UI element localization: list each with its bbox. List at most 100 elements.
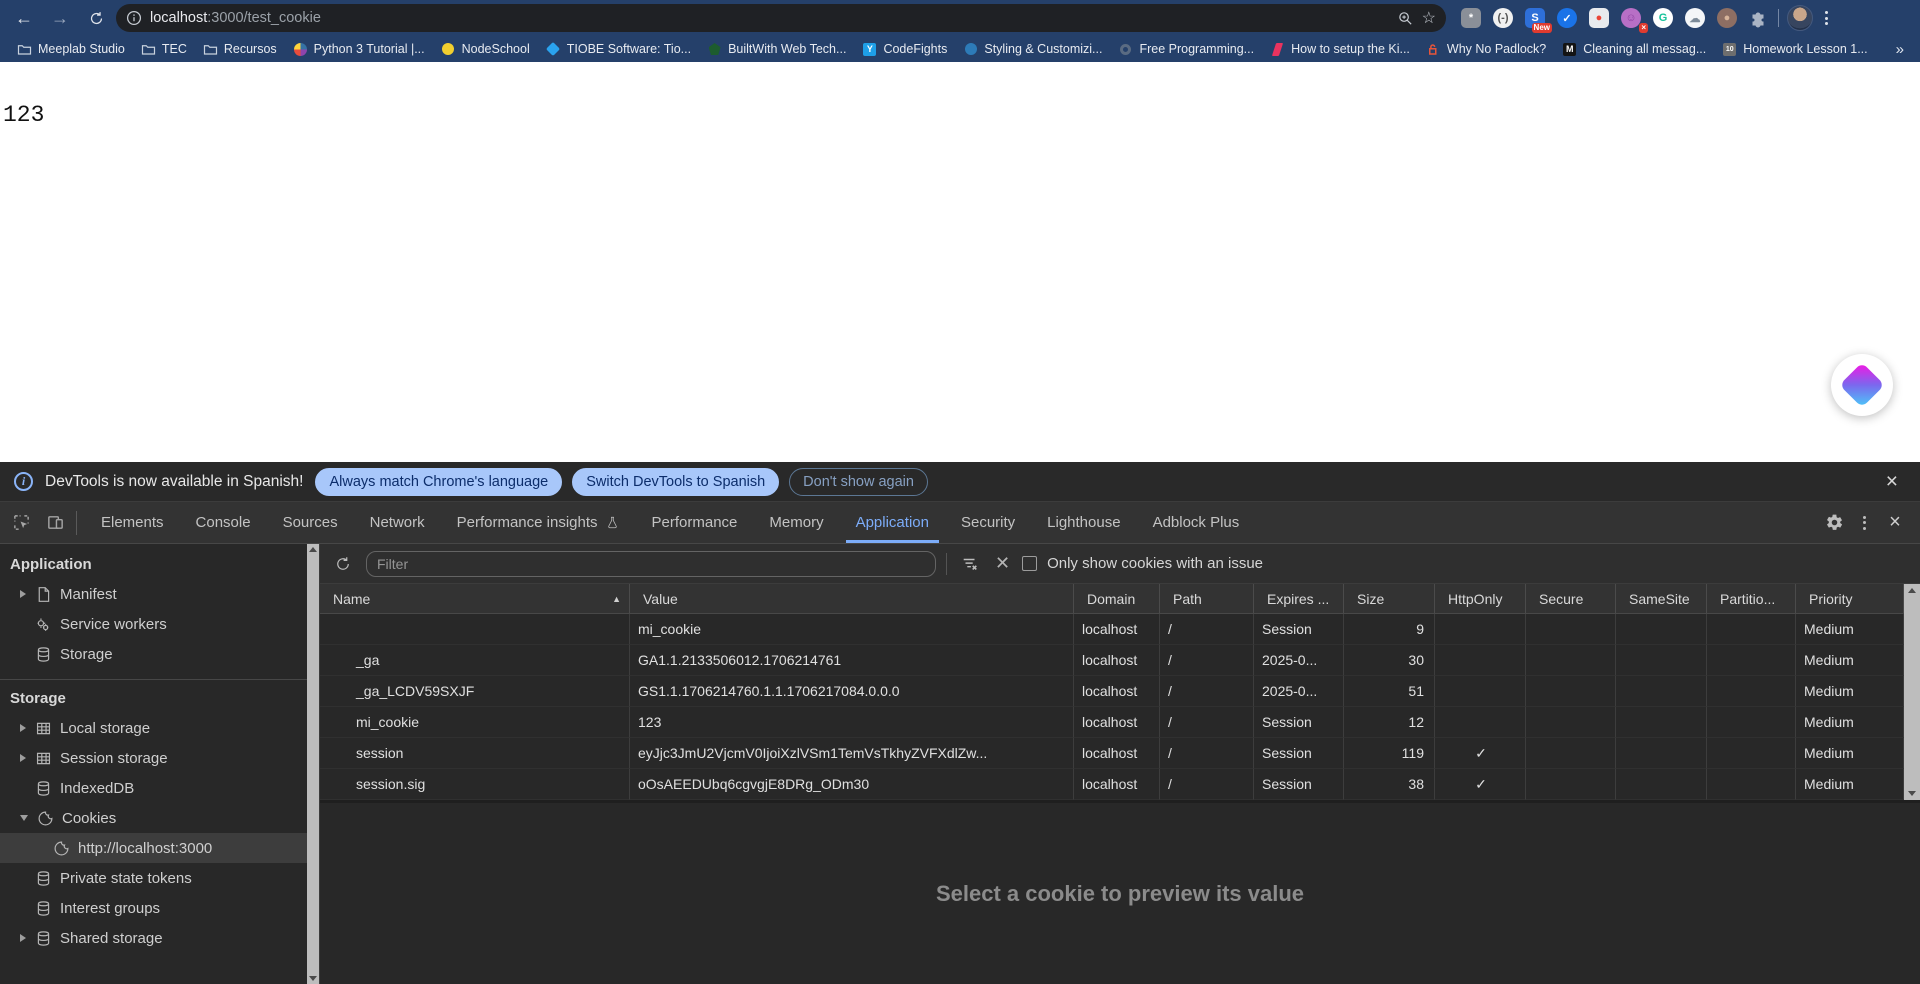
check-extension-icon[interactable]: ✓ — [1556, 7, 1578, 29]
bookmark-item[interactable]: NodeSchool — [434, 40, 537, 59]
sidebar-item-indexeddb[interactable]: IndexedDB — [0, 773, 319, 803]
sidebar-item-manifest[interactable]: Manifest — [0, 579, 319, 609]
hubspot-extension-icon[interactable]: * — [1460, 7, 1482, 29]
inspect-element-button[interactable] — [6, 508, 36, 538]
expander-collapsed-icon[interactable] — [20, 934, 26, 942]
bookmark-item[interactable]: Styling & Customizi... — [956, 40, 1109, 59]
cookie-filter-input[interactable] — [366, 551, 936, 577]
banner-button-2[interactable]: Don't show again — [789, 468, 928, 496]
tab-lighthouse[interactable]: Lighthouse — [1031, 502, 1136, 543]
column-header-partitio[interactable]: Partitio... — [1707, 584, 1796, 613]
bookmark-item[interactable]: MCleaning all messag... — [1555, 40, 1713, 59]
tab-performance-insights[interactable]: Performance insights — [441, 502, 636, 543]
sidebar-item-storage[interactable]: Storage — [0, 639, 319, 669]
delete-all-cookies-button[interactable]: ✕ — [993, 553, 1012, 574]
grammarly-icon[interactable]: G — [1652, 7, 1674, 29]
tab-network[interactable]: Network — [354, 502, 441, 543]
clear-filter-button[interactable] — [957, 551, 983, 577]
bookmark-item[interactable]: TEC — [134, 40, 194, 59]
tab-security[interactable]: Security — [945, 502, 1031, 543]
expander-collapsed-icon[interactable] — [20, 754, 26, 762]
bookmark-item[interactable]: Meeplab Studio — [10, 40, 132, 59]
window-extension-icon[interactable]: ● — [1588, 7, 1610, 29]
table-row[interactable]: mi_cookielocalhost/Session9Medium — [320, 614, 1904, 645]
cookies-table: Name▲ValueDomain Path Expires ...SizeHttpO… — [320, 584, 1920, 800]
bookmark-item[interactable]: 10Homework Lesson 1... — [1715, 40, 1874, 59]
sidebar-item-local-storage[interactable]: Local storage — [0, 713, 319, 743]
address-bar[interactable]: localhost :3000/test_cookie ☆ — [116, 4, 1446, 32]
browser-menu-button[interactable] — [1817, 7, 1836, 29]
cookie-preview-hint: Select a cookie to preview its value — [936, 881, 1304, 907]
cell-same-site — [1616, 676, 1707, 707]
expander-collapsed-icon[interactable] — [20, 590, 26, 598]
column-header-expires[interactable]: Expires ... — [1254, 584, 1344, 613]
refresh-cookies-button[interactable] — [330, 551, 356, 577]
column-header-httponly[interactable]: HttpOnly — [1435, 584, 1526, 613]
table-scrollbar[interactable] — [1904, 584, 1920, 800]
tab-adblock-plus[interactable]: Adblock Plus — [1137, 502, 1256, 543]
column-header-path[interactable]: Path — [1160, 584, 1254, 613]
tab-sources[interactable]: Sources — [267, 502, 354, 543]
purple-extension-icon[interactable]: ☺× — [1620, 7, 1642, 29]
devtools-menu-button[interactable] — [1855, 512, 1874, 534]
bookmark-item[interactable]: Python 3 Tutorial |... — [286, 40, 432, 59]
bookmark-item[interactable]: BuiltWith Web Tech... — [700, 40, 853, 59]
sidebar-item-cookies[interactable]: Cookies — [0, 803, 319, 833]
tab-console[interactable]: Console — [180, 502, 267, 543]
sidebar-item-service-workers[interactable]: Service workers — [0, 609, 319, 639]
sidebar-item-shared-storage[interactable]: Shared storage — [0, 923, 319, 953]
column-header-samesite[interactable]: SameSite — [1616, 584, 1707, 613]
bookmark-item[interactable]: Free Programming... — [1111, 40, 1261, 59]
site-favicon-icon: Y — [862, 42, 877, 57]
devtools-close-button[interactable]: × — [1880, 511, 1910, 534]
table-row[interactable]: _ga_LCDV59SXJFGS1.1.1706214760.1.1.17062… — [320, 676, 1904, 707]
column-header-secure[interactable]: Secure — [1526, 584, 1616, 613]
column-header-value[interactable]: Value — [630, 584, 1074, 613]
column-header-domain[interactable]: Domain — [1074, 584, 1160, 613]
bookmark-item[interactable]: YCodeFights — [855, 40, 954, 59]
monkey-icon[interactable]: ● — [1716, 7, 1738, 29]
column-header-name[interactable]: Name▲ — [320, 584, 630, 613]
table-row[interactable]: _gaGA1.1.2133506012.1706214761localhost/… — [320, 645, 1904, 676]
sidebar-item-http-localhost-3000[interactable]: http://localhost:3000 — [0, 833, 319, 863]
banner-close-button[interactable]: × — [1878, 470, 1906, 494]
column-header-size[interactable]: Size — [1344, 584, 1435, 613]
puzzle-icon[interactable] — [1748, 7, 1770, 29]
tab-elements[interactable]: Elements — [85, 502, 180, 543]
tab-memory[interactable]: Memory — [753, 502, 839, 543]
cloud-icon[interactable]: ☁ — [1684, 7, 1706, 29]
zoom-page-icon[interactable] — [1397, 10, 1414, 27]
back-button[interactable]: ← — [8, 3, 40, 33]
device-toolbar-button[interactable] — [40, 508, 70, 538]
banner-button-1[interactable]: Switch DevTools to Spanish — [572, 468, 779, 496]
expander-expanded-icon[interactable] — [20, 815, 28, 821]
clickup-floating-button[interactable] — [1831, 354, 1893, 416]
expander-collapsed-icon[interactable] — [20, 724, 26, 732]
bookmark-item[interactable]: How to setup the Ki... — [1263, 40, 1417, 59]
reload-button[interactable] — [80, 3, 112, 33]
site-info-icon[interactable] — [126, 10, 142, 26]
column-header-label: Path — [1173, 591, 1202, 607]
sidebar-scrollbar[interactable] — [307, 544, 319, 984]
column-header-priority[interactable]: Priority — [1796, 584, 1904, 613]
bookmark-star-icon[interactable]: ☆ — [1422, 8, 1436, 28]
table-row[interactable]: sessioneyJjc3JmU2VjcmV0IjoiXzlVSm1TemVsT… — [320, 738, 1904, 769]
bookmark-item[interactable]: Why No Padlock? — [1419, 40, 1553, 59]
profile-avatar[interactable] — [1787, 5, 1813, 31]
tab-performance[interactable]: Performance — [636, 502, 754, 543]
bookmarks-overflow-chevron[interactable]: » — [1890, 41, 1910, 58]
circle-extension-icon[interactable]: (-) — [1492, 7, 1514, 29]
table-row[interactable]: session.sigoOsAEEDUbq6cgvgjE8DRg_ODm30lo… — [320, 769, 1904, 800]
sidebar-item-private-state-tokens[interactable]: Private state tokens — [0, 863, 319, 893]
sidebar-item-interest-groups[interactable]: Interest groups — [0, 893, 319, 923]
forward-button[interactable]: → — [44, 3, 76, 33]
bookmark-item[interactable]: TIOBE Software: Tio... — [539, 40, 698, 59]
table-row[interactable]: mi_cookie123localhost/Session12Medium — [320, 707, 1904, 738]
tab-application[interactable]: Application — [840, 502, 945, 543]
s-extension-icon[interactable]: SNew — [1524, 7, 1546, 29]
only-issues-checkbox[interactable] — [1022, 556, 1037, 571]
banner-button-0[interactable]: Always match Chrome's language — [315, 468, 562, 496]
sidebar-item-session-storage[interactable]: Session storage — [0, 743, 319, 773]
bookmark-item[interactable]: Recursos — [196, 40, 284, 59]
devtools-settings-button[interactable] — [1819, 508, 1849, 538]
